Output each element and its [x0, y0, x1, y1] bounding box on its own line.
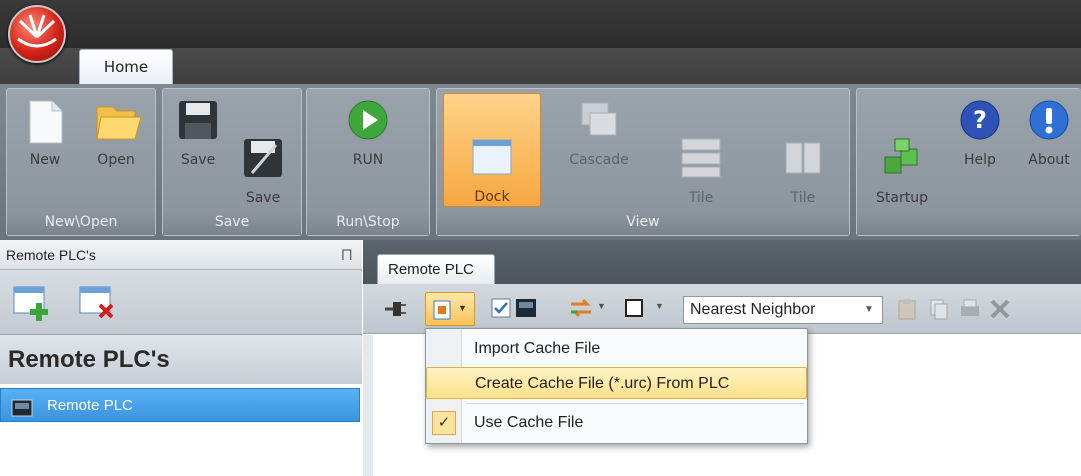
ribbon-group-help: Startup Settings ? Help About — [856, 88, 1081, 236]
ribbon-group-save: Save Save As Save — [162, 88, 302, 236]
cache-file-dropdown-button[interactable]: ▼ — [425, 292, 475, 326]
tab-remote-plc[interactable]: Remote PLC — [377, 254, 495, 284]
pin-icon[interactable]: ⨅ — [342, 240, 352, 270]
cascade-icon — [578, 99, 620, 141]
save-button[interactable]: Save — [167, 95, 229, 170]
ribbon-group-run-stop: RUN Run\Stop — [306, 88, 430, 236]
ribbon-group-view: Dock Windows Cascade Tile Horizontal Til… — [436, 88, 850, 236]
save-as-button[interactable]: Save As — [231, 95, 295, 227]
new-label: New — [29, 152, 61, 168]
title-bar — [0, 0, 1081, 48]
chevron-down-icon[interactable]: ▼ — [597, 301, 606, 311]
list-item-remote-plc[interactable]: Remote PLC — [0, 388, 360, 422]
check-icon: ✓ — [432, 411, 456, 435]
tile-vertical-icon — [782, 118, 824, 174]
menu-item-label: Create Cache File (*.urc) From PLC — [475, 375, 730, 392]
cache-file-icon — [432, 300, 452, 325]
menu-item-use-cache-file[interactable]: Use Cache File — [426, 407, 807, 439]
about-label: About — [1028, 152, 1070, 168]
tile-vertical-button[interactable]: Tile Vertical — [761, 95, 845, 227]
remove-plc-button[interactable] — [78, 285, 120, 328]
info-icon — [1028, 99, 1070, 141]
tile-horizontal-button[interactable]: Tile Horizontal — [651, 95, 751, 227]
tab-home[interactable]: Home — [79, 49, 173, 86]
menu-item-import-cache-file[interactable]: Import Cache File — [426, 333, 807, 365]
menu-separator — [466, 403, 804, 404]
copy-icon[interactable] — [929, 298, 949, 325]
document-toolbar: ▼ ▼ ▼ Nearest Neighbor ▼ — [363, 284, 1081, 334]
about-button[interactable]: About — [1017, 95, 1081, 170]
menu-item-label: Use Cache File — [474, 414, 584, 431]
ribbon: New Open New\Open Save Save As Save — [0, 84, 1081, 240]
dock-windows-icon — [471, 117, 513, 175]
menu-item-create-cache-file[interactable]: Create Cache File (*.urc) From PLC — [426, 367, 807, 399]
rectangle-icon[interactable] — [625, 299, 643, 322]
dock-windows-button[interactable]: Dock Windows — [443, 93, 541, 224]
folder-icon — [95, 99, 142, 141]
swap-arrows-icon[interactable] — [569, 297, 593, 324]
app-logo-icon — [17, 14, 57, 48]
menu-item-label: Import Cache File — [474, 340, 601, 357]
chevron-down-icon: ▼ — [864, 304, 874, 315]
floppy-save-as-icon — [242, 118, 284, 177]
chevron-down-icon[interactable]: ▼ — [655, 301, 664, 311]
group-label-run-stop: Run\Stop — [307, 209, 429, 235]
play-icon — [347, 99, 389, 141]
add-window-icon — [13, 286, 48, 321]
connect-plug-icon[interactable] — [383, 298, 407, 325]
panel-header-title: Remote PLC's — [6, 247, 96, 263]
group-label-save: Save — [163, 209, 301, 235]
cubes-icon — [881, 118, 923, 174]
list-item-label: Remote PLC — [47, 397, 133, 414]
plc-list: Remote PLC — [0, 384, 362, 476]
remove-window-icon — [79, 286, 114, 319]
clipboard-icon[interactable] — [897, 298, 917, 325]
display-icon[interactable] — [515, 298, 537, 323]
question-icon: ? — [959, 99, 1001, 141]
svg-text:?: ? — [973, 106, 987, 134]
delete-icon[interactable] — [989, 298, 1011, 325]
run-button[interactable]: RUN — [335, 95, 401, 170]
new-document-icon — [24, 99, 66, 144]
run-label: RUN — [352, 152, 384, 168]
remote-plcs-panel: Remote PLC's ⨅ Remote PLC's Remote PLC — [0, 240, 362, 476]
floppy-disk-icon — [177, 99, 219, 141]
chevron-down-icon: ▼ — [458, 303, 467, 313]
help-button[interactable]: ? Help — [949, 95, 1011, 170]
print-icon[interactable] — [959, 298, 981, 325]
document-tab-strip: Remote PLC — [363, 240, 1081, 284]
cascade-label: Cascade — [569, 152, 629, 168]
tile-horizontal-icon — [680, 118, 722, 178]
open-button[interactable]: Open — [83, 95, 149, 170]
panel-title: Remote PLC's — [0, 336, 362, 384]
cache-file-menu: Import Cache File Create Cache File (*.u… — [425, 328, 808, 444]
help-label: Help — [964, 152, 996, 168]
add-plc-button[interactable] — [12, 285, 54, 328]
interpolation-select-value: Nearest Neighbor — [690, 301, 816, 318]
plc-device-icon — [11, 396, 33, 430]
cascade-button[interactable]: Cascade — [557, 95, 641, 170]
open-label: Open — [97, 152, 135, 168]
group-label-help — [857, 209, 1081, 235]
panel-toolbar — [0, 271, 362, 335]
checkbox-icon[interactable] — [491, 298, 511, 323]
save-label: Save — [180, 152, 216, 168]
group-label-view: View — [437, 209, 849, 235]
application-menu-button[interactable] — [8, 5, 66, 63]
panel-header: Remote PLC's ⨅ — [0, 240, 362, 270]
ribbon-group-new-open: New Open New\Open — [6, 88, 156, 236]
interpolation-select[interactable]: Nearest Neighbor ▼ — [683, 296, 883, 324]
group-label-new-open: New\Open — [7, 209, 155, 235]
new-button[interactable]: New — [13, 95, 77, 170]
startup-settings-button[interactable]: Startup Settings — [863, 95, 941, 227]
